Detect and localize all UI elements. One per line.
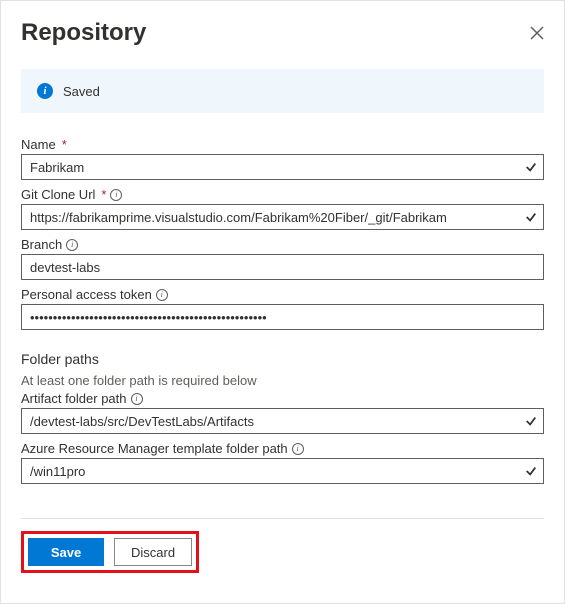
git-clone-url-label: Git Clone Url	[21, 187, 95, 202]
pat-label: Personal access token	[21, 287, 152, 302]
status-banner: i Saved	[21, 69, 544, 113]
close-icon	[530, 26, 544, 40]
branch-label: Branch	[21, 237, 62, 252]
artifact-path-label: Artifact folder path	[21, 391, 127, 406]
info-outline-icon[interactable]: i	[292, 443, 304, 455]
repository-panel: Repository i Saved Name * Git Clone Url …	[0, 0, 565, 604]
folder-paths-title: Folder paths	[21, 351, 544, 367]
required-asterisk: *	[101, 187, 106, 202]
arm-path-label: Azure Resource Manager template folder p…	[21, 441, 288, 456]
info-outline-icon[interactable]: i	[156, 289, 168, 301]
artifact-path-input[interactable]	[21, 408, 544, 434]
field-artifact-path: Artifact folder path i	[21, 391, 544, 434]
field-git-clone-url: Git Clone Url * i	[21, 187, 544, 230]
field-pat: Personal access token i	[21, 287, 544, 330]
name-label: Name	[21, 137, 56, 152]
info-icon: i	[37, 83, 53, 99]
field-arm-path: Azure Resource Manager template folder p…	[21, 441, 544, 484]
name-input[interactable]	[21, 154, 544, 180]
panel-header: Repository	[21, 19, 544, 47]
arm-path-input[interactable]	[21, 458, 544, 484]
branch-input[interactable]	[21, 254, 544, 280]
git-clone-url-input[interactable]	[21, 204, 544, 230]
divider	[21, 518, 544, 519]
field-name: Name *	[21, 137, 544, 180]
field-branch: Branch i	[21, 237, 544, 280]
info-outline-icon[interactable]: i	[66, 239, 78, 251]
panel-title: Repository	[21, 19, 146, 47]
save-button[interactable]: Save	[28, 538, 104, 566]
info-outline-icon[interactable]: i	[131, 393, 143, 405]
discard-button[interactable]: Discard	[114, 538, 192, 566]
required-asterisk: *	[62, 137, 67, 152]
close-button[interactable]	[530, 26, 544, 40]
info-outline-icon[interactable]: i	[110, 189, 122, 201]
pat-input[interactable]	[21, 304, 544, 330]
folder-paths-helper: At least one folder path is required bel…	[21, 373, 544, 388]
button-row-highlight: Save Discard	[21, 531, 199, 573]
banner-text: Saved	[63, 84, 100, 99]
